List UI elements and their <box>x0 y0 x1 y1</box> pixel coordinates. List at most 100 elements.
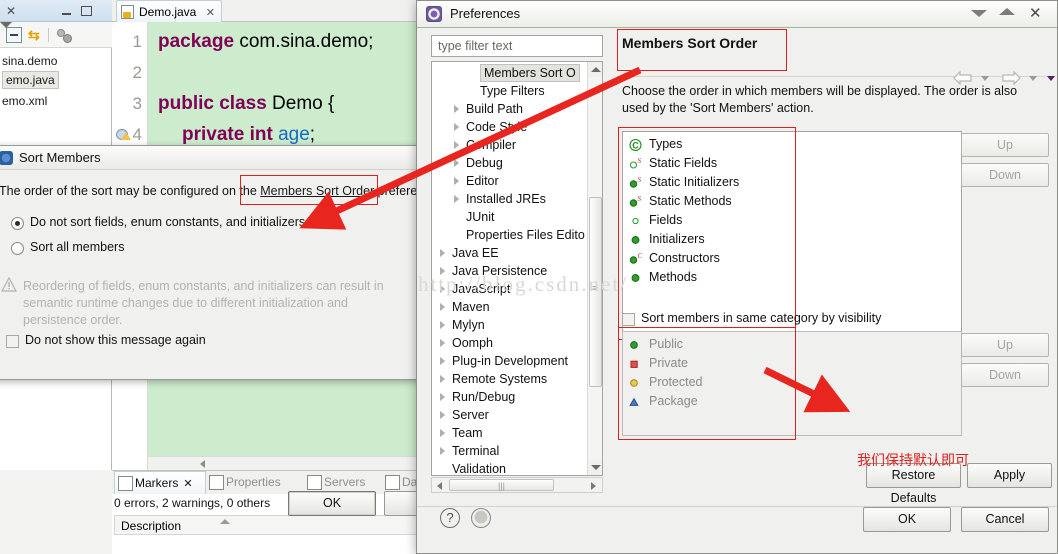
back-button[interactable] <box>953 70 973 88</box>
expand-arrow-icon[interactable] <box>440 321 445 329</box>
warning-marker-icon[interactable] <box>116 127 131 141</box>
close-icon[interactable]: ✕ <box>1025 3 1049 21</box>
package-tree-item[interactable]: sina.demo <box>0 52 112 71</box>
view-menu-icon[interactable] <box>56 27 72 43</box>
apply-button[interactable]: Apply <box>967 463 1052 488</box>
pref-tree-item-remote-systems[interactable]: Remote Systems <box>432 370 602 388</box>
scrollbar-thumb[interactable]: ||| <box>449 479 554 491</box>
visibility-up-button[interactable]: Up <box>961 333 1049 357</box>
member-down-button[interactable]: Down <box>961 163 1049 187</box>
code-token: Demo { <box>272 93 335 114</box>
pref-tree-item-java-ee[interactable]: Java EE <box>432 244 602 262</box>
maximize-icon[interactable] <box>995 3 1019 21</box>
pref-tree-item-code-style[interactable]: Code Style <box>432 118 602 136</box>
expand-arrow-icon[interactable] <box>440 357 445 365</box>
chinese-annotation-note: 我们保持默认即可 <box>857 453 969 469</box>
preferences-icon <box>426 6 442 22</box>
scroll-right-icon[interactable] <box>587 478 602 492</box>
expand-arrow-icon[interactable] <box>440 393 445 401</box>
filter-input[interactable]: type filter text <box>431 35 603 57</box>
expand-arrow-icon[interactable] <box>440 339 445 347</box>
pref-tree-item-label: Members Sort O <box>480 64 580 82</box>
pref-tree-item-installed-jres[interactable]: Installed JREs <box>432 190 602 208</box>
expand-arrow-icon[interactable] <box>440 447 445 455</box>
minimize-icon[interactable] <box>967 3 991 21</box>
pref-tree-item-debug[interactable]: Debug <box>432 154 602 172</box>
preferences-ok-button[interactable]: OK <box>863 507 951 532</box>
preferences-tree[interactable]: Members Sort O Type Filters Build Path Code… <box>431 61 603 476</box>
radio-label: Do not sort fields, enum constants, and … <box>30 215 306 229</box>
radio-icon <box>11 217 24 230</box>
forward-dropdown-icon[interactable] <box>1029 76 1037 81</box>
expand-arrow-icon[interactable] <box>440 249 445 257</box>
expand-arrow-icon[interactable] <box>454 123 459 131</box>
scroll-left-icon[interactable] <box>432 478 447 492</box>
expand-arrow-icon[interactable] <box>440 375 445 383</box>
expand-arrow-icon[interactable] <box>440 429 445 437</box>
maximize-icon[interactable] <box>80 5 93 17</box>
code-line[interactable]: package com.sina.demo; <box>148 26 373 57</box>
pref-tree-item-mylyn[interactable]: Mylyn <box>432 316 602 334</box>
pref-tree-item-label: Run/Debug <box>452 390 516 404</box>
expand-arrow-icon[interactable] <box>440 303 445 311</box>
expand-arrow-icon[interactable] <box>454 177 459 185</box>
minimize-icon[interactable] <box>60 5 73 17</box>
pref-tree-item-build-path[interactable]: Build Path <box>432 100 602 118</box>
expand-arrow-icon[interactable] <box>440 411 445 419</box>
sort-members-warning-text: Reordering of fields, enum constants, an… <box>23 279 384 327</box>
pref-tree-item-team[interactable]: Team <box>432 424 602 442</box>
expand-arrow-icon[interactable] <box>454 141 459 149</box>
pref-tree-item-label: Editor <box>466 174 499 188</box>
sort-members-ok-button[interactable]: OK <box>288 491 376 516</box>
code-line[interactable]: public class Demo { <box>148 88 334 119</box>
checkbox-label: Sort members in same category by visibil… <box>641 311 882 325</box>
close-icon[interactable]: ✕ <box>6 4 20 18</box>
close-icon[interactable]: ✕ <box>183 478 192 490</box>
visibility-down-button[interactable]: Down <box>961 363 1049 387</box>
expand-arrow-icon[interactable] <box>454 195 459 203</box>
pref-tree-item-oomph[interactable]: Oomph <box>432 334 602 352</box>
line-number: 1 <box>132 32 142 51</box>
pref-tree-item-compiler[interactable]: Compiler <box>432 136 602 154</box>
pref-tree-item-properties-files-edito[interactable]: Properties Files Edito <box>432 226 602 244</box>
forward-button[interactable] <box>1001 70 1021 88</box>
package-tree-item[interactable]: emo.xml <box>0 92 112 111</box>
back-dropdown-icon[interactable] <box>981 76 989 81</box>
close-icon[interactable]: ✕ <box>206 7 215 19</box>
package-explorer-tree[interactable]: sina.demo emo.java emo.xml <box>0 52 112 111</box>
pref-tree-item-server[interactable]: Server <box>432 406 602 424</box>
history-dropdown-icon[interactable] <box>1047 76 1055 81</box>
tab-icon <box>118 476 133 491</box>
package-explorer-tabbar: ✕ <box>0 0 112 22</box>
tab-icon <box>307 475 322 490</box>
member-up-button[interactable]: Up <box>961 133 1049 157</box>
pref-tree-item-junit[interactable]: JUnit <box>432 208 602 226</box>
collapse-all-icon[interactable] <box>6 27 22 43</box>
help-icon[interactable]: ? <box>440 508 460 528</box>
expand-arrow-icon[interactable] <box>454 159 459 167</box>
pref-tree-item-label: Debug <box>466 156 503 170</box>
pref-tree-item-validation[interactable]: Validation <box>432 460 602 475</box>
preferences-cancel-button[interactable]: Cancel <box>961 507 1049 532</box>
annotation-box-visibility-list <box>618 327 796 440</box>
bottom-tab-markers[interactable]: Markers ✕ <box>114 471 206 494</box>
pref-tree-item-members-sort-o[interactable]: Members Sort O <box>432 64 602 82</box>
editor-tab-demo-java[interactable]: Demo.java ✕ <box>116 0 222 22</box>
pref-tree-item-type-filters[interactable]: Type Filters <box>432 82 602 100</box>
warning-icon <box>1 277 17 292</box>
pref-tree-item-run-debug[interactable]: Run/Debug <box>432 388 602 406</box>
tree-vertical-scrollbar[interactable] <box>587 62 602 475</box>
package-tree-item[interactable]: emo.java <box>2 71 59 89</box>
pref-tree-item-maven[interactable]: Maven <box>432 298 602 316</box>
radio-label: Sort all members <box>30 240 125 254</box>
scroll-down-icon[interactable] <box>588 460 602 475</box>
scroll-up-icon[interactable] <box>588 62 602 77</box>
pref-tree-item-terminal[interactable]: Terminal <box>432 442 602 460</box>
link-with-editor-icon[interactable]: ⇆ <box>28 27 44 43</box>
settings-icon[interactable] <box>471 508 491 528</box>
code-line[interactable] <box>148 57 158 88</box>
pref-tree-item-plug-in-development[interactable]: Plug-in Development <box>432 352 602 370</box>
pref-tree-item-editor[interactable]: Editor <box>432 172 602 190</box>
tree-horizontal-scrollbar[interactable]: ||| <box>431 477 603 493</box>
expand-arrow-icon[interactable] <box>454 105 459 113</box>
